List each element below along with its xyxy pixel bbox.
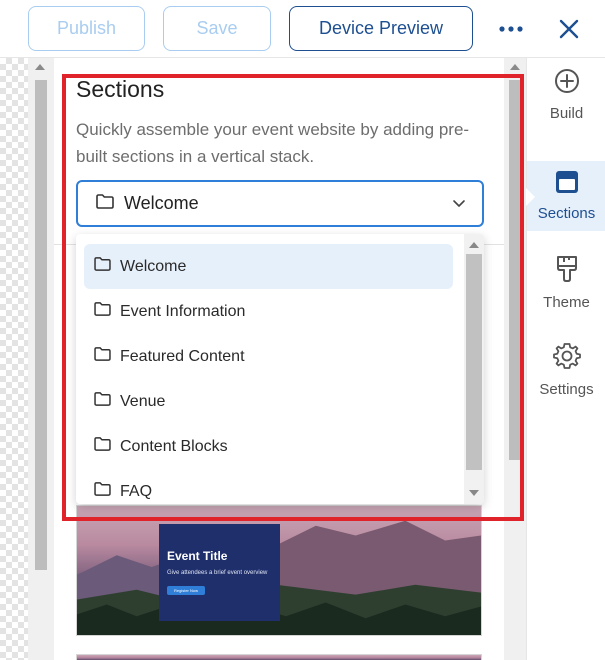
panel-scrollbar[interactable]: [504, 58, 526, 660]
folder-icon: [94, 302, 111, 321]
section-preview-card[interactable]: Event Title Give attendees a brief event…: [76, 505, 482, 636]
scrollbar-thumb[interactable]: [35, 80, 47, 570]
folder-icon: [94, 257, 111, 276]
sidebar-item-label: Sections: [537, 205, 596, 222]
dropdown-option-faq[interactable]: FAQ: [84, 469, 453, 504]
select-value: Welcome: [124, 193, 199, 213]
right-sidebar: Build Sections Theme Settings: [526, 58, 605, 660]
sidebar-item-label: Build: [549, 105, 584, 122]
dropdown-scrollbar[interactable]: [464, 234, 484, 504]
scrollbar-thumb[interactable]: [509, 80, 521, 460]
register-button: Register Now: [167, 586, 205, 595]
scroll-up-arrow-icon[interactable]: [35, 64, 45, 70]
section-category-select[interactable]: Welcome: [76, 180, 484, 227]
save-button[interactable]: Save: [163, 6, 271, 51]
publish-button[interactable]: Publish: [28, 6, 145, 51]
gear-icon: [552, 342, 581, 375]
chevron-down-icon: [452, 196, 466, 215]
folder-icon: [96, 193, 114, 214]
folder-icon: [94, 347, 111, 366]
panel-title: Sections: [76, 76, 165, 102]
top-toolbar: Publish Save Device Preview: [0, 0, 605, 58]
option-label: Welcome: [120, 257, 187, 275]
folder-icon: [94, 482, 111, 501]
option-label: Content Blocks: [120, 437, 228, 455]
dropdown-option-featured-content[interactable]: Featured Content: [84, 334, 453, 379]
panel-description: Quickly assemble your event website by a…: [76, 120, 470, 166]
scroll-up-arrow-icon[interactable]: [510, 64, 520, 70]
canvas-scrollbar[interactable]: [28, 58, 54, 660]
sidebar-item-label: Theme: [543, 294, 590, 311]
dropdown-option-welcome[interactable]: Welcome: [84, 244, 453, 289]
close-icon[interactable]: [553, 13, 585, 45]
section-preview-card[interactable]: [76, 654, 482, 660]
dropdown-option-event-information[interactable]: Event Information: [84, 289, 453, 334]
sidebar-item-sections[interactable]: Sections: [526, 161, 605, 231]
canvas-background: [0, 58, 28, 660]
option-label: FAQ: [120, 482, 153, 500]
sidebar-item-label: Settings: [539, 381, 594, 398]
mountain-scene-image: [77, 655, 481, 660]
event-title: Event Title: [167, 549, 228, 563]
scroll-down-arrow-icon[interactable]: [469, 490, 479, 496]
folder-icon: [94, 392, 111, 411]
more-horizontal-icon[interactable]: [494, 14, 528, 44]
dropdown-option-content-blocks[interactable]: Content Blocks: [84, 424, 453, 469]
dropdown-option-venue[interactable]: Venue: [84, 379, 453, 424]
section-icon: [555, 170, 579, 199]
scrollbar-thumb[interactable]: [466, 254, 482, 470]
plus-circle-icon: [554, 68, 580, 99]
scroll-up-arrow-icon[interactable]: [469, 242, 479, 248]
event-hero-box: Event Title Give attendees a brief event…: [159, 524, 280, 621]
active-pointer: [526, 188, 535, 206]
sidebar-item-theme[interactable]: Theme: [527, 248, 605, 318]
device-preview-button[interactable]: Device Preview: [289, 6, 473, 51]
option-label: Event Information: [120, 302, 246, 320]
sidebar-item-settings[interactable]: Settings: [527, 335, 605, 405]
sidebar-item-build[interactable]: Build: [527, 60, 605, 130]
event-subtitle: Give attendees a brief event overview: [167, 570, 268, 576]
section-category-dropdown: Welcome Event Information Featured Conte…: [76, 234, 484, 504]
option-label: Featured Content: [120, 347, 245, 365]
paintbrush-icon: [555, 255, 579, 288]
option-label: Venue: [120, 392, 166, 410]
folder-icon: [94, 437, 111, 456]
